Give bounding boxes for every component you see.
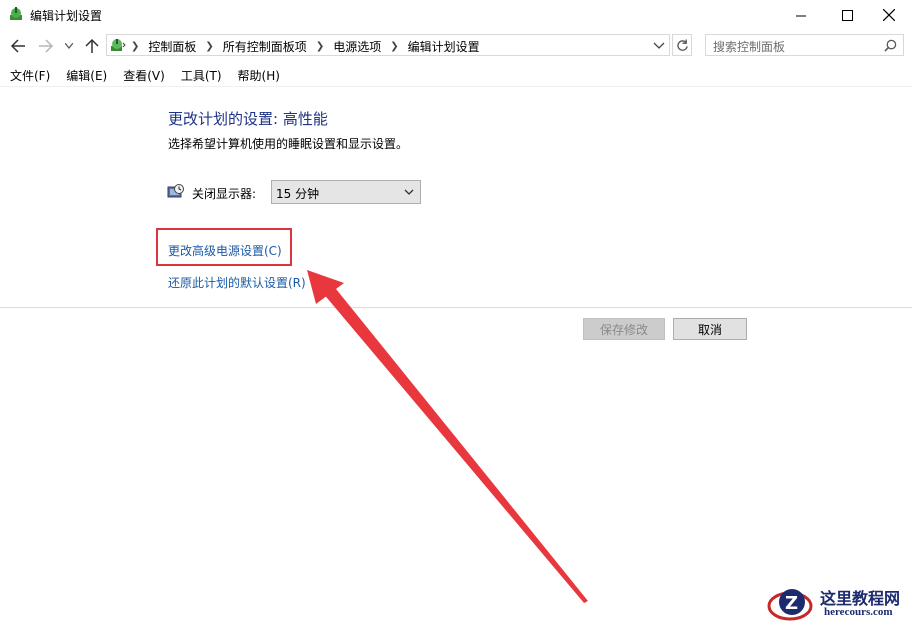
turn-off-display-select[interactable]: 15 分钟 (271, 180, 421, 204)
refresh-icon (676, 38, 688, 51)
address-bar[interactable]: ❯ 控制面板 ❯ 所有控制面板项 ❯ 电源选项 ❯ 编辑计划设置 (106, 34, 670, 56)
watermark-logo-icon: Z (767, 589, 813, 621)
content-divider (0, 307, 912, 308)
breadcrumb-separator-icon: ❯ (131, 40, 140, 52)
breadcrumb-item[interactable]: 控制面板 (148, 38, 196, 55)
maximize-icon (841, 9, 853, 21)
forward-arrow-icon (39, 39, 54, 53)
watermark-url: herecours.com (824, 606, 893, 618)
breadcrumb-item[interactable]: 编辑计划设置 (408, 38, 480, 55)
back-arrow-icon (10, 39, 25, 53)
breadcrumb-separator-icon[interactable]: ❯ (390, 41, 398, 52)
page-description: 选择希望计算机使用的睡眠设置和显示设置。 (168, 137, 409, 151)
search-input[interactable]: 搜索控制面板 (713, 38, 785, 55)
maximize-button[interactable] (824, 0, 870, 30)
title-bar: 编辑计划设置 (0, 0, 912, 30)
menu-help[interactable]: 帮助(H) (238, 66, 280, 86)
menu-file[interactable]: 文件(F) (10, 66, 50, 86)
close-icon (883, 9, 895, 21)
cancel-button[interactable]: 取消 (673, 318, 747, 340)
power-options-icon (10, 7, 22, 20)
watermark: Z 这里教程网 herecours.com (766, 584, 910, 624)
chevron-down-icon (65, 43, 73, 49)
menu-divider (0, 86, 912, 87)
forward-button[interactable] (36, 36, 56, 56)
breadcrumb-item[interactable]: 所有控制面板项 (223, 38, 307, 55)
up-arrow-icon (85, 38, 99, 53)
search-icon[interactable] (884, 39, 897, 52)
control-panel-icon (111, 39, 126, 51)
breadcrumb-separator-icon[interactable]: ❯ (316, 41, 324, 52)
page-title: 更改计划的设置: 高性能 (168, 110, 328, 128)
window-title: 编辑计划设置 (30, 9, 103, 23)
breadcrumb: ❯ 控制面板 ❯ 所有控制面板项 ❯ 电源选项 ❯ 编辑计划设置 (131, 38, 480, 54)
minimize-button[interactable] (778, 0, 824, 30)
turn-off-display-label: 关闭显示器: (192, 187, 257, 201)
search-box[interactable]: 搜索控制面板 (705, 34, 904, 56)
menu-edit[interactable]: 编辑(E) (66, 66, 107, 86)
breadcrumb-separator-icon[interactable]: ❯ (205, 41, 213, 52)
restore-defaults-link[interactable]: 还原此计划的默认设置(R) (168, 274, 306, 291)
menu-tools[interactable]: 工具(T) (181, 66, 222, 86)
refresh-button[interactable] (672, 34, 692, 56)
svg-text:Z: Z (785, 593, 798, 614)
save-changes-button[interactable]: 保存修改 (583, 318, 665, 340)
menu-view[interactable]: 查看(V) (123, 66, 165, 86)
display-timer-icon (167, 184, 184, 198)
minimize-icon (795, 15, 806, 16)
recent-locations-button[interactable] (62, 36, 76, 56)
chevron-down-icon (404, 189, 414, 195)
breadcrumb-item[interactable]: 电源选项 (333, 38, 381, 55)
advanced-power-settings-link[interactable]: 更改高级电源设置(C) (168, 242, 282, 259)
select-value: 15 分钟 (276, 187, 320, 201)
back-button[interactable] (8, 36, 28, 56)
menu-bar: 文件(F) 编辑(E) 查看(V) 工具(T) 帮助(H) (0, 66, 912, 86)
annotation-arrow-icon (307, 270, 588, 603)
address-dropdown-icon[interactable] (653, 39, 665, 51)
up-button[interactable] (82, 36, 102, 56)
close-button[interactable] (866, 0, 912, 30)
